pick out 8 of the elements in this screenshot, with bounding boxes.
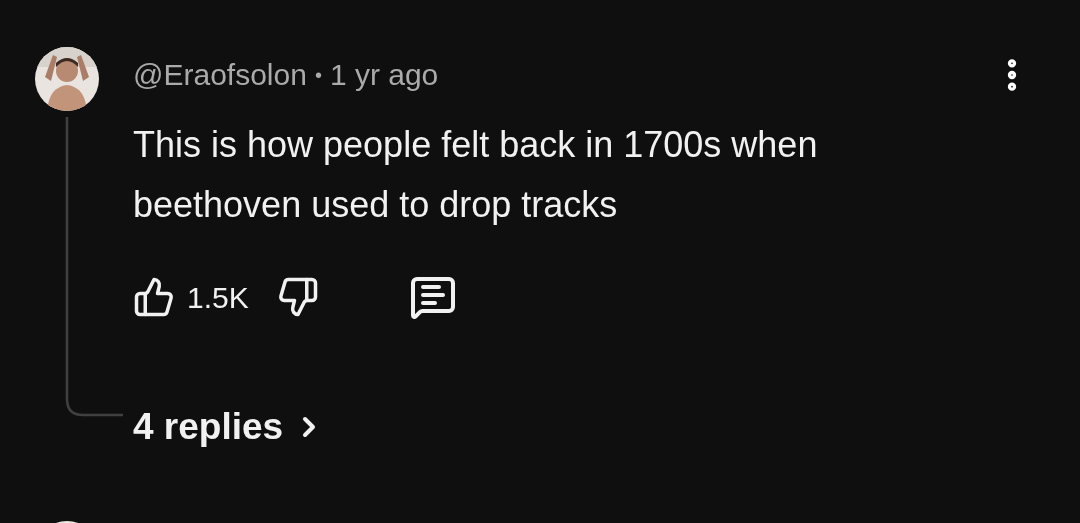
separator: • bbox=[314, 63, 322, 88]
replies-link[interactable]: 4 replies bbox=[133, 405, 326, 449]
like-count: 1.5K bbox=[187, 279, 249, 316]
comment-text: This is how people felt back in 1700s when beethoven used to drop tracks bbox=[133, 123, 819, 227]
dislike-icon[interactable] bbox=[276, 276, 319, 318]
comment-author[interactable]: @Eraofsolon bbox=[133, 57, 307, 93]
like-icon[interactable] bbox=[133, 276, 175, 318]
comment-time: 1 yr ago bbox=[329, 57, 439, 93]
